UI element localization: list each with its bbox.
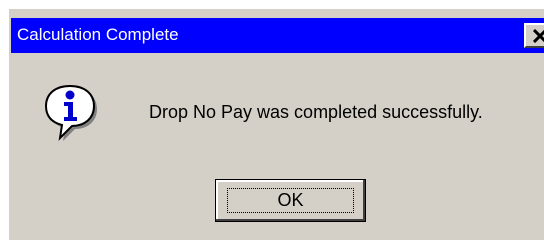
dialog-window: Calculation Complete Drop No Pay was com…	[8, 8, 544, 240]
window-title: Calculation Complete	[17, 25, 179, 44]
dialog-message: Drop No Pay was completed successfully.	[149, 102, 483, 122]
close-x-icon	[533, 29, 544, 43]
ok-button[interactable]: OK	[215, 179, 366, 222]
information-icon	[44, 84, 97, 141]
close-button[interactable]	[524, 23, 544, 48]
ok-button-label: OK	[227, 188, 354, 213]
